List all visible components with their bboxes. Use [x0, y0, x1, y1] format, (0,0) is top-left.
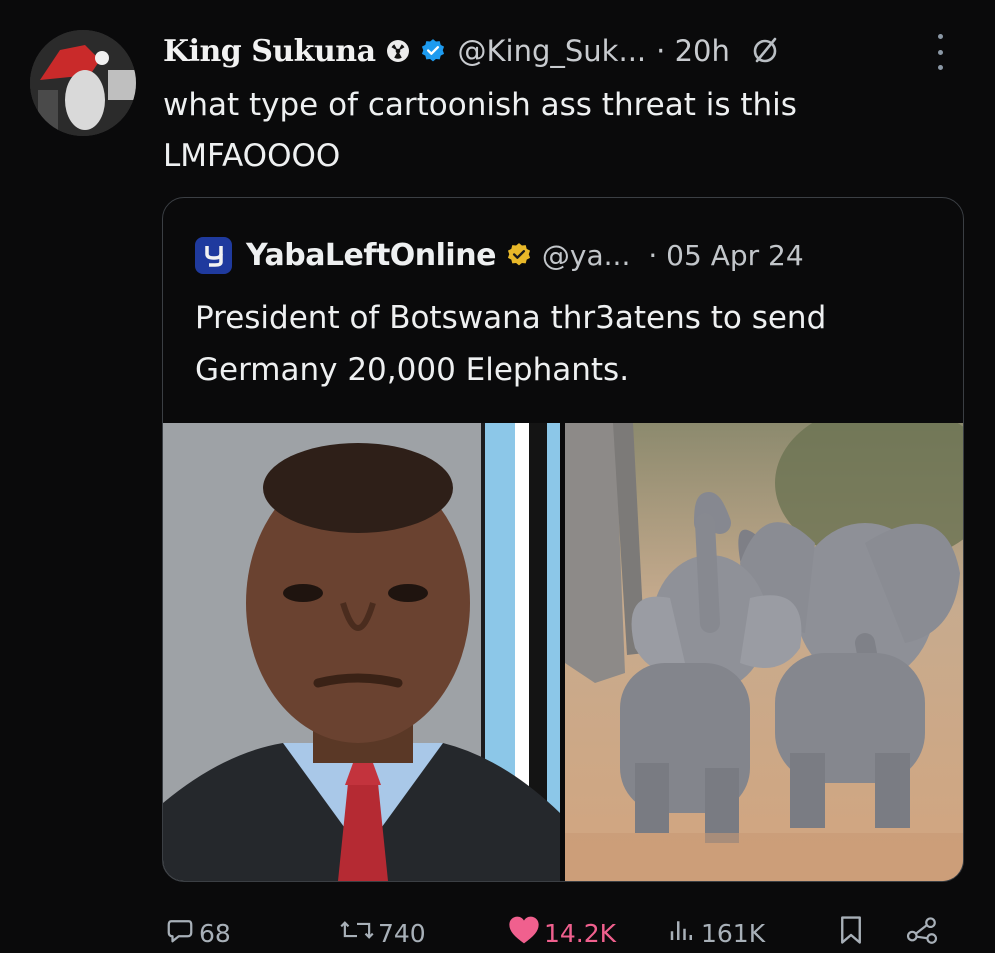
quoted-tweet-header: YabaLeftOnline @ya... · 05 Apr 24 [195, 234, 804, 276]
quoted-tweet-text: President of Botswana thr3atens to send … [195, 292, 945, 396]
verified-badge-icon [420, 38, 446, 64]
elephants-photo[interactable] [565, 423, 963, 881]
share-button[interactable] [905, 915, 939, 951]
like-count: 14.2K [544, 918, 617, 948]
radioactive-icon [386, 39, 410, 63]
share-icon [905, 915, 939, 951]
reply-button[interactable]: 68 [165, 915, 231, 951]
verified-badge-icon [506, 242, 532, 268]
views-icon [667, 915, 697, 951]
author-handle[interactable]: @King_Suk... [458, 34, 647, 68]
tweet-text: what type of cartoonish ass threat is th… [163, 80, 963, 182]
yaba-logo-icon [195, 236, 232, 274]
quoted-author-name[interactable]: YabaLeftOnline [246, 238, 496, 273]
author-avatar[interactable] [30, 30, 136, 136]
more-icon[interactable] [930, 34, 950, 70]
reply-count: 68 [199, 918, 231, 948]
bookmark-button[interactable] [838, 915, 864, 951]
quoted-text-line1: President of Botswana thr3atens to send [195, 300, 827, 336]
tweet-text-line1: what type of cartoonish ass threat is th… [163, 87, 797, 123]
repost-icon [340, 915, 374, 951]
views-button[interactable]: 161K [667, 915, 765, 951]
repost-count: 740 [378, 918, 426, 948]
tweet-time[interactable]: · 20h [656, 34, 730, 68]
views-count: 161K [701, 918, 766, 948]
quoted-tweet-date[interactable]: · 05 Apr 24 [648, 239, 803, 272]
no-entry-icon [750, 36, 780, 66]
bookmark-icon [838, 915, 864, 951]
like-button[interactable]: 14.2K [508, 915, 616, 951]
quoted-tweet[interactable]: YabaLeftOnline @ya... · 05 Apr 24 Presid… [162, 197, 964, 882]
quoted-author-handle[interactable]: @ya... [542, 239, 630, 272]
like-icon [508, 915, 540, 951]
quoted-text-line2: Germany 20,000 Elephants. [195, 352, 630, 388]
president-photo[interactable] [163, 423, 560, 881]
tweet-text-line2: LMFAOOOO [163, 138, 341, 174]
author-name[interactable]: King Sukuna [163, 34, 376, 69]
tweet-header: King Sukuna @King_Suk... · 20h [163, 26, 780, 76]
reply-icon [165, 915, 195, 951]
action-bar: 68 740 14.2K 161K [0, 905, 995, 953]
repost-button[interactable]: 740 [340, 915, 426, 951]
